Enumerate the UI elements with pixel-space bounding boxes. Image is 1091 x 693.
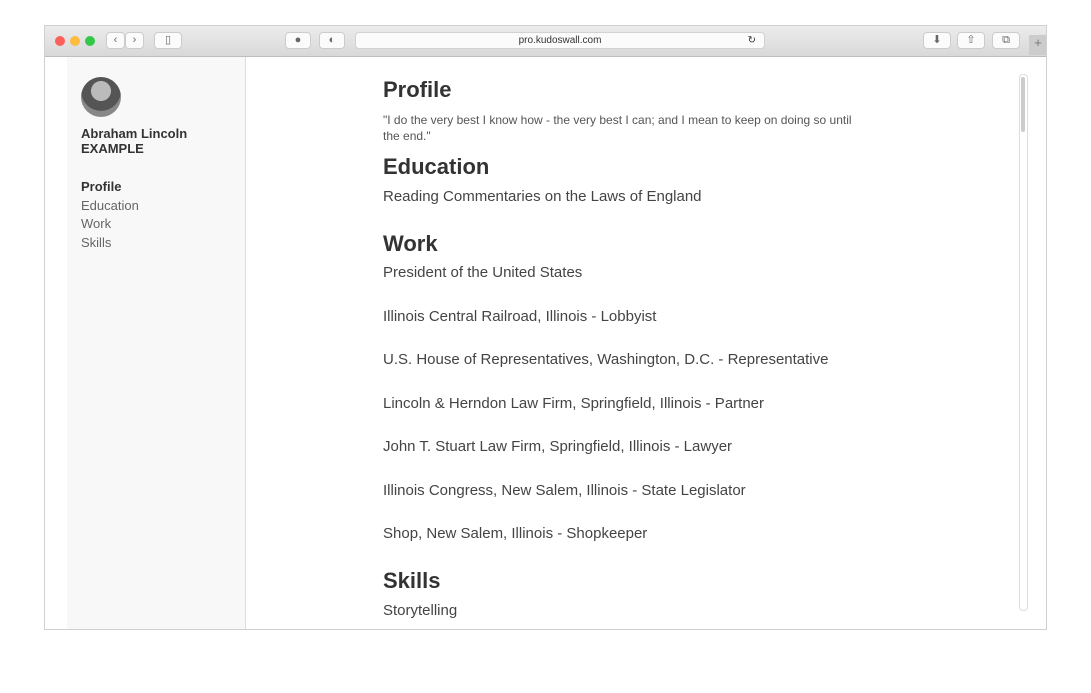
nav-education[interactable]: Education: [81, 197, 139, 216]
nav-skills[interactable]: Skills: [81, 234, 139, 253]
nav-work[interactable]: Work: [81, 215, 139, 234]
work-heading: Work: [383, 231, 438, 256]
education-item: Reading Commentaries on the Laws of Engl…: [383, 188, 702, 205]
browser-window: ‹ › ▯ ● ◐ pro.kudoswall.com ↻ ⬇ ⇧ ⧉ + Abr…: [44, 25, 1047, 630]
work-item: U.S. House of Representatives, Washingto…: [383, 351, 829, 368]
skills-heading: Skills: [383, 568, 441, 593]
new-tab-icon[interactable]: +: [1029, 35, 1046, 55]
address-bar[interactable]: pro.kudoswall.com ↻: [355, 32, 765, 49]
forward-icon[interactable]: ›: [125, 32, 144, 49]
reload-icon[interactable]: ↻: [748, 33, 756, 48]
sidebar: Abraham Lincoln EXAMPLE Profile Education…: [67, 57, 246, 629]
education-heading: Education: [383, 154, 490, 179]
profile-name: Abraham Lincoln: [81, 126, 188, 141]
share-icon[interactable]: ⇧: [957, 32, 985, 49]
work-item: John T. Stuart Law Firm, Springfield, Il…: [383, 438, 733, 455]
zoom-button[interactable]: [85, 36, 95, 46]
skills-item: Storytelling: [383, 602, 458, 619]
work-item: Illinois Central Railroad, Illinois - Lo…: [383, 308, 657, 325]
avatar: [81, 77, 121, 117]
work-item: President of the United States: [383, 264, 583, 281]
profile-subtitle: EXAMPLE: [81, 141, 144, 156]
work-item: Lincoln & Herndon Law Firm, Springfield,…: [383, 395, 764, 412]
download-icon[interactable]: ⬇: [923, 32, 951, 49]
scrollbar-thumb[interactable]: [1021, 77, 1025, 132]
profile-heading: Profile: [383, 77, 452, 102]
minimize-button[interactable]: [70, 36, 80, 46]
work-item: Shop, New Salem, Illinois - Shopkeeper: [383, 525, 648, 542]
grammarly-icon[interactable]: ●: [285, 32, 311, 49]
work-item: Illinois Congress, New Salem, Illinois -…: [383, 482, 746, 499]
close-button[interactable]: [55, 36, 65, 46]
extension-icon[interactable]: ◐: [319, 32, 345, 49]
url-text: pro.kudoswall.com: [518, 35, 602, 46]
tabs-icon[interactable]: ⧉: [992, 32, 1020, 49]
back-icon[interactable]: ‹: [106, 32, 125, 49]
scrollbar[interactable]: [1019, 74, 1028, 611]
sidebar-icon[interactable]: ▯: [154, 32, 182, 49]
nav-profile[interactable]: Profile: [81, 178, 139, 197]
toolbar: ‹ › ▯ ● ◐ pro.kudoswall.com ↻ ⬇ ⇧ ⧉ +: [45, 26, 1046, 57]
profile-quote: "I do the very best I know how - the ver…: [383, 113, 852, 143]
